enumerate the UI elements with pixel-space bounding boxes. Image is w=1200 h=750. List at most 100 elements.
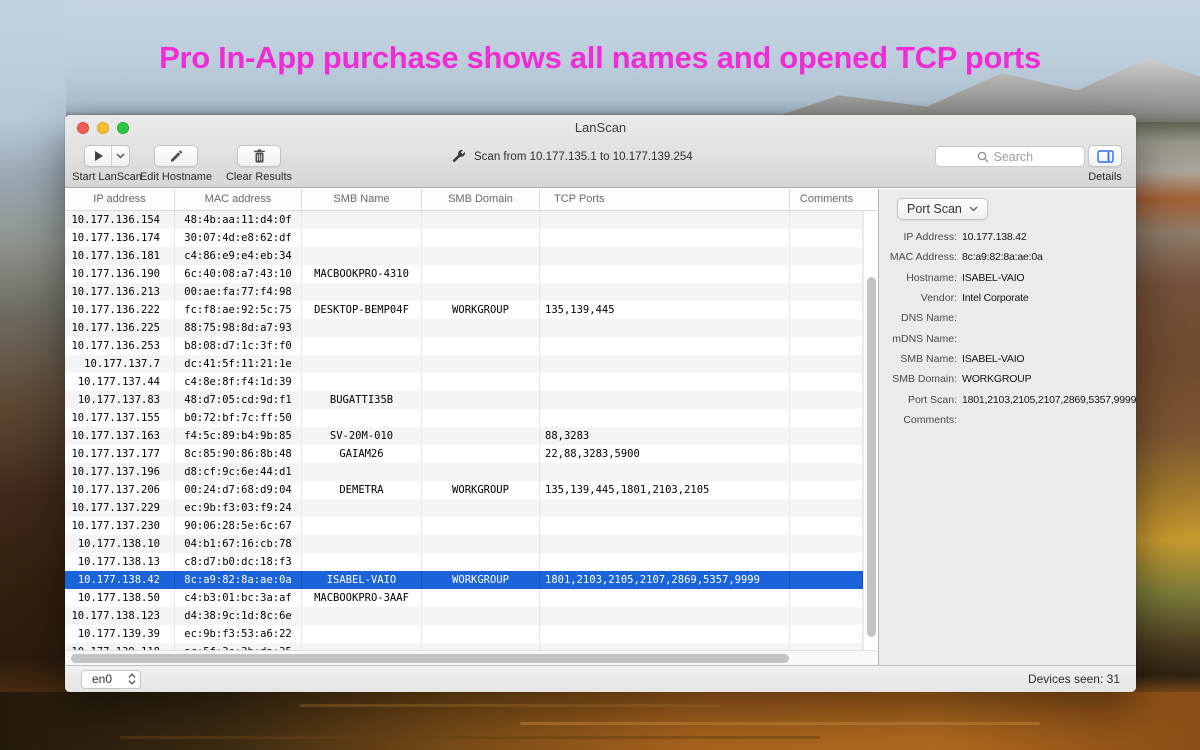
cell-smb-name: SV-20M-010 <box>302 427 422 445</box>
cell-ip: 10.177.136.222 <box>65 301 175 319</box>
cell-tcp-ports <box>540 643 790 650</box>
table-row[interactable]: 10.177.137.83 48:d7:05:cd:9d:f1 BUGATTI35B <box>65 391 878 409</box>
table-row[interactable]: 10.177.138.10 04:b1:67:16:cb:78 <box>65 535 878 553</box>
table-row[interactable]: 10.177.136.253 b8:08:d7:1c:3f:f0 <box>65 337 878 355</box>
column-header-smb-name[interactable]: SMB Name <box>302 189 422 210</box>
cell-smb-domain <box>422 355 540 373</box>
table-row[interactable]: 10.177.136.174 30:07:4d:e8:62:df <box>65 229 878 247</box>
cell-smb-name <box>302 229 422 247</box>
window-title: LanScan <box>574 120 627 135</box>
chevron-down-icon[interactable] <box>111 146 129 166</box>
table-row[interactable]: 10.177.137.230 90:06:28:5e:6c:67 <box>65 517 878 535</box>
cell-comments <box>790 283 863 301</box>
cell-mac: c8:d7:b0:dc:18:f3 <box>175 553 302 571</box>
start-lanscan-button[interactable] <box>84 145 130 167</box>
cell-mac: f4:5c:89:b4:9b:85 <box>175 427 302 445</box>
table-row[interactable]: 10.177.138.123 d4:38:9c:1d:8c:6e <box>65 607 878 625</box>
edit-hostname-label: Edit Hostname <box>139 171 213 183</box>
cell-ip: 10.177.137.196 <box>65 463 175 481</box>
cell-mac: b0:72:bf:7c:ff:50 <box>175 409 302 427</box>
cell-ip: 10.177.138.13 <box>65 553 175 571</box>
column-header-tcp-ports[interactable]: TCP Ports <box>540 189 790 210</box>
cell-tcp-ports: 22,88,3283,5900 <box>540 445 790 463</box>
mode-selector-label: Port Scan <box>907 202 962 216</box>
table-row[interactable]: 10.177.139.39 ec:9b:f3:53:a6:22 <box>65 625 878 643</box>
cell-mac: 88:75:98:8d:a7:93 <box>175 319 302 337</box>
table-row[interactable]: 10.177.137.163 f4:5c:89:b4:9b:85 SV-20M-01… <box>65 427 878 445</box>
cell-smb-domain <box>422 337 540 355</box>
wrench-icon <box>452 150 466 164</box>
table-row[interactable]: 10.177.136.181 c4:86:e9:e4:eb:34 <box>65 247 878 265</box>
sidebar-panel-icon <box>1096 149 1114 163</box>
table-row[interactable]: 10.177.139.118ac:5f:3e:3b:da:35 <box>65 643 878 650</box>
cell-tcp-ports <box>540 625 790 643</box>
cell-comments <box>790 607 863 625</box>
column-header-mac[interactable]: MAC address <box>175 189 302 210</box>
cell-comments <box>790 445 863 463</box>
cell-smb-name <box>302 247 422 265</box>
cell-ip: 10.177.137.230 <box>65 517 175 535</box>
cell-smb-domain <box>422 229 540 247</box>
cell-smb-name <box>302 283 422 301</box>
horizontal-scrollbar[interactable] <box>65 650 878 665</box>
cell-ip: 10.177.136.190 <box>65 265 175 283</box>
cell-comments <box>790 499 863 517</box>
details-field-label: MAC Address: <box>889 251 957 264</box>
vertical-scrollbar-thumb[interactable] <box>867 277 876 637</box>
play-icon[interactable] <box>85 146 111 166</box>
table-row[interactable]: 10.177.136.213 00:ae:fa:77:f4:98 <box>65 283 878 301</box>
search-input[interactable] <box>993 149 1044 164</box>
cell-comments <box>790 553 863 571</box>
cell-smb-domain <box>422 391 540 409</box>
table-row[interactable]: 10.177.137.44 c4:8e:8f:f4:1d:39 <box>65 373 878 391</box>
table-row[interactable]: 10.177.137.196 d8:cf:9c:6e:44:d1 <box>65 463 878 481</box>
cell-smb-name <box>302 319 422 337</box>
cell-comments <box>790 409 863 427</box>
table-row[interactable]: 10.177.137.206 00:24:d7:68:d9:04 DEMETRA WO… <box>65 481 878 499</box>
table-row[interactable]: 10.177.137.155 b0:72:bf:7c:ff:50 <box>65 409 878 427</box>
cell-smb-domain <box>422 517 540 535</box>
cell-comments <box>790 247 863 265</box>
edit-hostname-button[interactable] <box>154 145 198 167</box>
table-row[interactable]: 10.177.136.225 88:75:98:8d:a7:93 <box>65 319 878 337</box>
details-field-value: WORKGROUP <box>962 373 1032 386</box>
details-label: Details <box>1088 171 1122 183</box>
wallpaper-lake <box>0 692 1200 750</box>
details-toggle-button[interactable] <box>1088 145 1122 167</box>
table-row[interactable]: 10.177.137.229 ec:9b:f3:03:f9:24 <box>65 499 878 517</box>
horizontal-scrollbar-thumb[interactable] <box>71 654 789 663</box>
table-row[interactable]: 10.177.137.7 dc:41:5f:11:21:1e <box>65 355 878 373</box>
clear-results-button[interactable] <box>237 145 281 167</box>
search-field[interactable] <box>935 146 1085 167</box>
cell-comments <box>790 463 863 481</box>
cell-ip: 10.177.137.83 <box>65 391 175 409</box>
interface-popup[interactable]: en0 <box>81 669 141 689</box>
cell-mac: 00:ae:fa:77:f4:98 <box>175 283 302 301</box>
desktop: Pro In-App purchase shows all names and … <box>0 0 1200 750</box>
cell-tcp-ports <box>540 355 790 373</box>
column-header-comments[interactable]: Comments <box>790 189 863 210</box>
column-header-smb-domain[interactable]: SMB Domain <box>422 189 540 210</box>
scan-range-info: Scan from 10.177.135.1 to 10.177.139.254 <box>452 149 693 165</box>
column-header-ip[interactable]: IP address <box>65 189 175 210</box>
search-icon <box>977 151 989 163</box>
cell-tcp-ports <box>540 211 790 229</box>
table-row[interactable]: 10.177.136.190 6c:40:08:a7:43:10 MACBOOKPR… <box>65 265 878 283</box>
table-row-selected[interactable]: 10.177.138.42 8c:a9:82:8a:ae:0a ISABEL-VAI… <box>65 571 878 589</box>
cell-smb-name <box>302 463 422 481</box>
cell-comments <box>790 211 863 229</box>
table-row[interactable]: 10.177.136.154 48:4b:aa:11:d4:0f <box>65 211 878 229</box>
cell-tcp-ports <box>540 409 790 427</box>
port-scan-mode-selector[interactable]: Port Scan <box>897 198 988 220</box>
table-row[interactable]: 10.177.138.50 c4:b3:01:bc:3a:af MACBOOKPRO… <box>65 589 878 607</box>
cell-tcp-ports <box>540 517 790 535</box>
cell-tcp-ports <box>540 247 790 265</box>
table-row[interactable]: 10.177.136.222 fc:f8:ae:92:5c:75 DESKTOP-B… <box>65 301 878 319</box>
details-field-value: 8c:a9:82:8a:ae:0a <box>962 251 1043 264</box>
cell-ip: 10.177.138.50 <box>65 589 175 607</box>
cell-smb-domain <box>422 499 540 517</box>
table-row[interactable]: 10.177.138.13 c8:d7:b0:dc:18:f3 <box>65 553 878 571</box>
table-row[interactable]: 10.177.137.177 8c:85:90:86:8b:48 GAIAM26 22… <box>65 445 878 463</box>
vertical-scrollbar[interactable] <box>863 211 878 650</box>
details-field: DNS Name: <box>879 308 1136 328</box>
